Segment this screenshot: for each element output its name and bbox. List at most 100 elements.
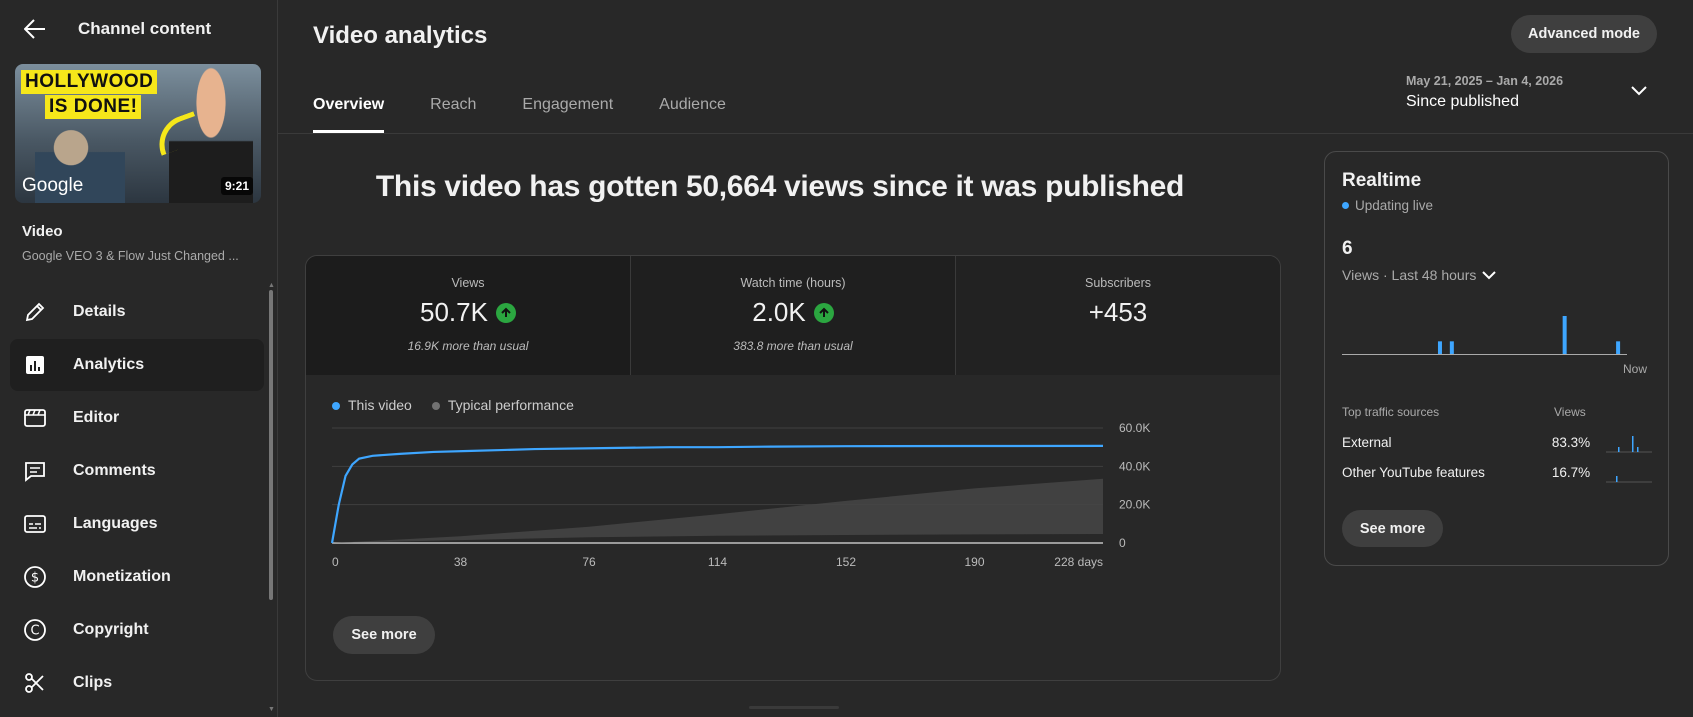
sidebar-item-languages[interactable]: Languages	[10, 498, 264, 550]
realtime-bar[interactable]	[1562, 316, 1567, 354]
video-title: Google VEO 3 & Flow Just Changed ...	[22, 249, 239, 263]
traffic-sources-header: Top traffic sources	[1342, 405, 1440, 419]
scroll-down-icon[interactable]: ▼	[268, 706, 275, 713]
legend-label: Typical performance	[447, 397, 574, 413]
traffic-source-row[interactable]: External 83.3%	[1342, 435, 1652, 453]
sidebar-item-details[interactable]: Details	[10, 286, 264, 338]
svg-text:$: $	[31, 571, 39, 586]
video-duration-badge: 9:21	[220, 177, 253, 195]
traffic-source-name: External	[1342, 435, 1392, 450]
metric-subtext: 383.8 more than usual	[733, 339, 853, 353]
sidebar-item-analytics[interactable]: Analytics	[10, 339, 264, 391]
realtime-bar[interactable]	[1449, 341, 1454, 354]
live-dot-icon	[1342, 202, 1349, 209]
dollar-icon: $	[22, 564, 48, 590]
realtime-title: Realtime	[1342, 170, 1422, 191]
metrics-row: Views 50.7K 16.9K more than usual Watch …	[306, 256, 1280, 375]
tab-audience[interactable]: Audience	[659, 96, 726, 134]
sidebar-header: Channel content	[22, 14, 211, 44]
legend-item-this-video: This video	[332, 397, 412, 413]
pencil-icon	[22, 299, 48, 325]
page-title: Video analytics	[313, 22, 488, 49]
copyright-icon: C	[22, 617, 48, 643]
y-tick-label: 60.0K	[1119, 421, 1150, 435]
date-range-text[interactable]: May 21, 2025 – Jan 4, 2026	[1406, 74, 1563, 88]
x-tick-label: 0	[332, 555, 339, 569]
sidebar-item-label: Clips	[73, 674, 113, 691]
realtime-see-more-button[interactable]: See more	[1342, 510, 1443, 547]
thumbnail-banner-line2: IS DONE!	[45, 95, 142, 119]
sidebar-nav: Details Analytics Editor Comments Langua…	[10, 286, 264, 710]
sparkline-graphic	[1606, 436, 1652, 453]
sidebar-item-comments[interactable]: Comments	[10, 445, 264, 497]
y-tick-label: 20.0K	[1119, 498, 1150, 512]
chevron-down-icon[interactable]	[1630, 84, 1648, 102]
sidebar-item-clips[interactable]: Clips	[10, 657, 264, 709]
metric-subscribers[interactable]: Subscribers +453	[956, 256, 1280, 375]
traffic-source-pct: 16.7%	[1551, 465, 1591, 480]
advanced-mode-button[interactable]: Advanced mode	[1511, 15, 1657, 53]
sidebar-item-label: Monetization	[73, 568, 171, 585]
x-tick-label: 38	[454, 555, 468, 569]
realtime-bar[interactable]	[1437, 341, 1442, 354]
sidebar-scrollbar[interactable]: ▲ ▼	[268, 270, 275, 715]
y-tick-label: 0	[1119, 536, 1126, 550]
scissors-icon	[22, 670, 48, 696]
legend-label: This video	[348, 397, 412, 413]
scroll-up-icon[interactable]: ▲	[268, 282, 275, 289]
metric-value-wrap: +453	[956, 297, 1280, 328]
legend-item-typical: Typical performance	[431, 397, 574, 413]
svg-text:C: C	[30, 624, 39, 639]
legend-dot	[332, 402, 340, 410]
metric-value-wrap: 50.7K	[306, 297, 630, 328]
comment-icon	[22, 458, 48, 484]
sidebar-item-label: Details	[73, 303, 126, 320]
sidebar: Channel content HOLLYWOOD IS DONE! Googl…	[0, 0, 278, 717]
x-tick-label: 76	[582, 555, 596, 569]
now-label: Now	[1623, 362, 1648, 376]
video-thumbnail[interactable]: HOLLYWOOD IS DONE! Google 9:21	[15, 64, 261, 203]
back-arrow-icon[interactable]	[22, 16, 48, 42]
realtime-bar[interactable]	[1616, 341, 1621, 354]
views-line-chart: 0 20.0K 40.0K 60.0K 0 38 76 114 152 190 228 days	[330, 421, 1150, 569]
metric-label: Watch time (hours)	[740, 276, 846, 290]
thumbnail-banner-line1: HOLLYWOOD	[21, 70, 158, 94]
subtitles-icon	[22, 511, 48, 537]
bottom-handle	[749, 706, 839, 709]
x-tick-label: 228 days	[1054, 555, 1103, 569]
date-range-label[interactable]: Since published	[1406, 93, 1519, 111]
metric-value-wrap: 2.0K	[631, 297, 955, 328]
live-status-text: Updating live	[1355, 198, 1434, 213]
metric-value: 2.0K	[752, 297, 806, 327]
sidebar-item-editor[interactable]: Editor	[10, 392, 264, 444]
overview-card: Views 50.7K 16.9K more than usual Watch …	[305, 255, 1281, 681]
video-label: Video	[22, 223, 63, 240]
tab-engagement[interactable]: Engagement	[522, 96, 613, 134]
sidebar-item-label: Languages	[73, 515, 158, 532]
views-column-header: Views	[1554, 405, 1586, 419]
thumbnail-google-logo: Google	[22, 175, 84, 196]
traffic-source-name: Other YouTube features	[1342, 465, 1485, 480]
sparkline-graphic	[1606, 476, 1652, 483]
traffic-source-row[interactable]: Other YouTube features 16.7%	[1342, 465, 1652, 483]
tab-overview[interactable]: Overview	[313, 96, 385, 134]
metric-views[interactable]: Views 50.7K 16.9K more than usual	[306, 256, 631, 375]
tab-reach[interactable]: Reach	[430, 96, 476, 134]
metric-label: Subscribers	[1085, 276, 1151, 290]
realtime-count: 6	[1342, 238, 1353, 259]
typical-performance-band	[332, 478, 1103, 543]
sidebar-item-copyright[interactable]: C Copyright	[10, 604, 264, 656]
metric-label: Views	[451, 276, 485, 290]
arrow-up-icon	[495, 302, 516, 323]
sidebar-item-label: Editor	[73, 409, 120, 426]
arrow-up-icon	[813, 302, 834, 323]
sidebar-title: Channel content	[78, 19, 212, 38]
analytics-tabs: Overview Reach Engagement Audience	[313, 96, 772, 134]
see-more-button[interactable]: See more	[333, 616, 435, 654]
metric-watch-time[interactable]: Watch time (hours) 2.0K 383.8 more than …	[631, 256, 956, 375]
scrollbar-thumb[interactable]	[269, 290, 273, 600]
sidebar-item-monetization[interactable]: $ Monetization	[10, 551, 264, 603]
legend-dot	[431, 402, 440, 410]
metric-value: +453	[1088, 297, 1148, 327]
x-tick-label: 152	[836, 555, 856, 569]
